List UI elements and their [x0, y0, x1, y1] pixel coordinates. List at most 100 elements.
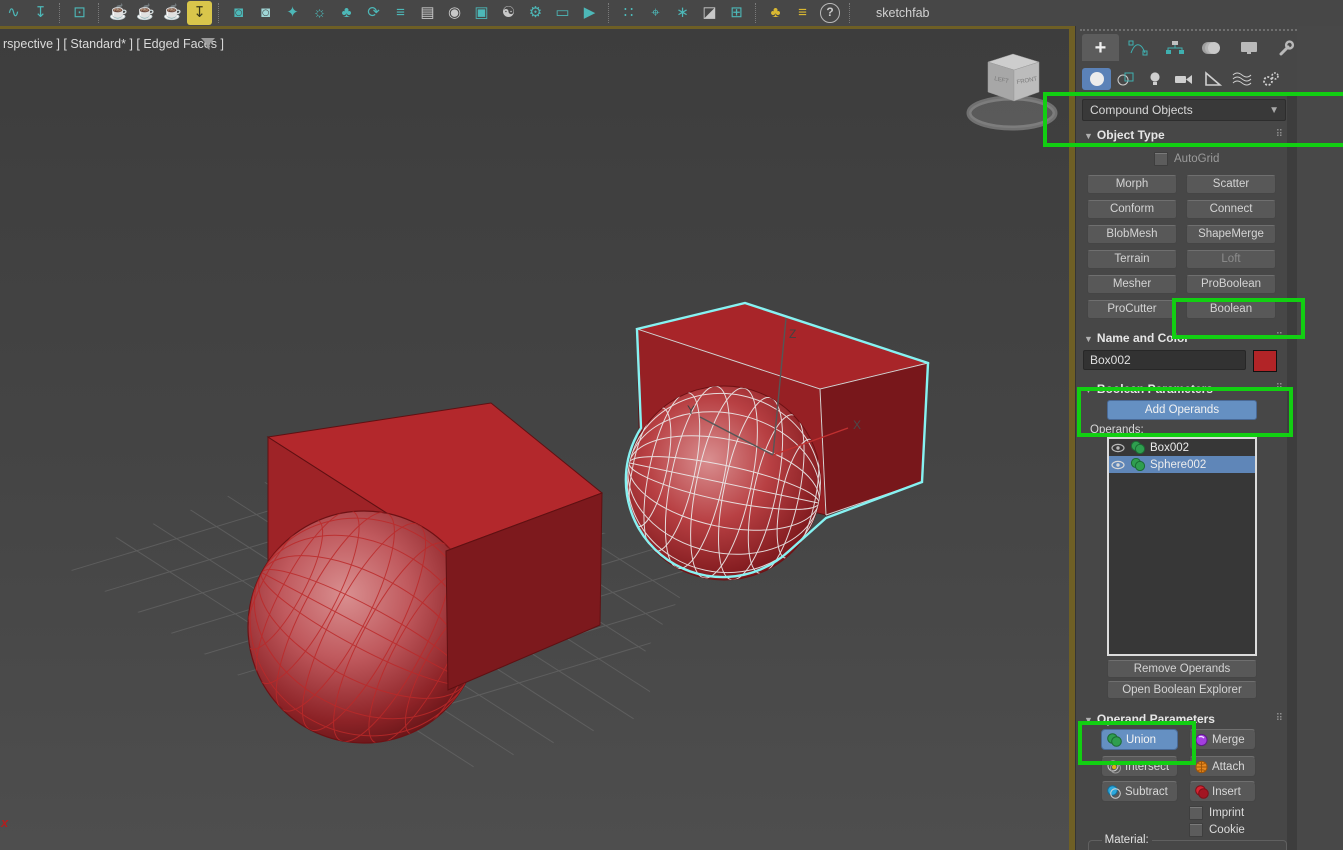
rollout-object-type[interactable]: ▼Object Type ⠿ — [1082, 128, 1286, 145]
light-bulb-icon[interactable]: ✦ — [280, 1, 305, 25]
loft-button[interactable]: Loft — [1186, 250, 1276, 269]
add-operands-button[interactable]: Add Operands — [1107, 400, 1257, 420]
subtab-helpers[interactable] — [1198, 68, 1227, 90]
render-ring-icon[interactable]: ◉ — [442, 1, 467, 25]
drag-grip-icon[interactable]: ⠿ — [1276, 332, 1282, 343]
intersect-icon — [1106, 760, 1122, 774]
layers-icon[interactable]: ▣ — [469, 1, 494, 25]
open-boolean-explorer-button[interactable]: Open Boolean Explorer — [1107, 681, 1257, 699]
tab-hierarchy[interactable] — [1156, 34, 1193, 61]
visibility-eye-icon[interactable] — [1111, 442, 1126, 454]
procutter-button[interactable]: ProCutter — [1087, 300, 1177, 319]
sketchfab-menu[interactable]: sketchfab — [876, 6, 930, 20]
tree-icon[interactable]: ♣ — [334, 1, 359, 25]
rollout-name-color[interactable]: ▼Name and Color ⠿ — [1082, 331, 1286, 348]
tab-display[interactable] — [1230, 34, 1267, 61]
material-editor-icon[interactable]: ☯ — [496, 1, 521, 25]
boolean-selected-object[interactable]: Z X Y — [609, 303, 928, 598]
shapemerge-button[interactable]: ShapeMerge — [1186, 225, 1276, 244]
union-button[interactable]: Union — [1101, 729, 1178, 750]
tab-motion[interactable] — [1193, 34, 1230, 61]
snaps-toggle-icon[interactable]: ⊡ — [67, 1, 92, 25]
quick-render-icon[interactable]: ☕ — [160, 1, 185, 25]
object-color-swatch[interactable] — [1253, 350, 1277, 372]
align-icon[interactable]: ⊞ — [724, 1, 749, 25]
subtab-shapes[interactable] — [1111, 68, 1140, 90]
render-setup-icon[interactable]: ☕ — [106, 1, 131, 25]
object-name-field[interactable]: Box002 — [1083, 350, 1246, 370]
notes-list-icon[interactable]: ≡ — [790, 1, 815, 25]
imprint-checkbox[interactable]: Imprint — [1189, 806, 1244, 820]
add-camera-icon[interactable]: ◙ — [253, 1, 278, 25]
drag-grip-icon[interactable]: ⠿ — [1276, 383, 1282, 394]
svg-text:X: X — [853, 418, 861, 432]
operand-row-sphere002[interactable]: Sphere002 — [1109, 456, 1255, 473]
subtract-button[interactable]: Subtract — [1101, 781, 1178, 802]
perspective-viewport[interactable]: Z X Y LEFT FRONT rspective ] [ Standard*… — [0, 26, 1075, 850]
video-camera-icon[interactable]: ◙ — [226, 1, 251, 25]
batch-render-icon[interactable]: ↧ — [187, 1, 212, 25]
list-icon[interactable]: ≡ — [388, 1, 413, 25]
drag-grip-icon[interactable]: ⠿ — [1276, 129, 1282, 140]
forest-icon[interactable]: ♣ — [763, 1, 788, 25]
rollout-boolean-parameters[interactable]: ▼Boolean Parameters ⠿ — [1082, 382, 1286, 399]
tab-utilities[interactable] — [1267, 34, 1304, 61]
tab-create[interactable]: + — [1082, 34, 1119, 61]
particles-icon[interactable]: ∗ — [670, 1, 695, 25]
target-icon[interactable]: ⌖ — [643, 1, 668, 25]
subtab-systems[interactable] — [1256, 68, 1285, 90]
subtab-lights[interactable] — [1140, 68, 1169, 90]
import-icon[interactable]: ↧ — [28, 1, 53, 25]
operand-row-box002[interactable]: Box002 — [1109, 439, 1255, 456]
toolbar-separator — [59, 3, 61, 23]
visibility-eye-icon[interactable] — [1111, 459, 1126, 471]
rendered-frame-window-icon[interactable]: ☕ — [133, 1, 158, 25]
viewcube[interactable]: LEFT FRONT — [969, 54, 1055, 128]
subtab-space-warps[interactable] — [1227, 68, 1256, 90]
remove-operands-button[interactable]: Remove Operands — [1107, 660, 1257, 678]
conform-button[interactable]: Conform — [1087, 200, 1177, 219]
proboolean-button[interactable]: ProBoolean — [1186, 275, 1276, 294]
tab-modify[interactable] — [1119, 34, 1156, 61]
autogrid-checkbox[interactable]: AutoGrid — [1154, 152, 1219, 166]
terrain-button[interactable]: Terrain — [1087, 250, 1177, 269]
transform-dots-icon[interactable]: ∷ — [616, 1, 641, 25]
intersect-button[interactable]: Intersect — [1101, 756, 1178, 777]
insert-button[interactable]: Insert — [1189, 781, 1256, 802]
attach-button[interactable]: Attach — [1189, 756, 1256, 777]
settings-gear-icon[interactable]: ⚙ — [523, 1, 548, 25]
curve-editor-icon[interactable]: ∿ — [1, 1, 26, 25]
panel-scrollbar[interactable] — [1287, 96, 1297, 850]
rollout-operand-parameters[interactable]: ▼Operand Parameters ⠿ — [1082, 712, 1286, 729]
boolean-operand-icon — [1129, 441, 1147, 454]
paint-select-icon[interactable]: ◪ — [697, 1, 722, 25]
subtab-cameras[interactable] — [1169, 68, 1198, 90]
help-icon[interactable]: ? — [820, 3, 840, 23]
scene-canvas[interactable]: Z X Y LEFT FRONT — [0, 29, 1069, 850]
box-sphere-unselected[interactable] — [207, 403, 602, 784]
boolean-button[interactable]: Boolean — [1186, 300, 1276, 319]
blobmesh-button[interactable]: BlobMesh — [1087, 225, 1177, 244]
operands-list[interactable]: Box002 Sphere002 — [1107, 437, 1257, 656]
subtract-icon — [1106, 785, 1122, 799]
command-panel-tabs: + — [1082, 34, 1304, 61]
operands-label: Operands: — [1090, 424, 1144, 436]
update-icon[interactable]: ⟳ — [361, 1, 386, 25]
drag-grip-icon[interactable]: ⠿ — [1276, 713, 1282, 724]
monitor-icon[interactable]: ▭ — [550, 1, 575, 25]
subtab-geometry[interactable] — [1082, 68, 1111, 90]
play-monitor-icon[interactable]: ▶ — [577, 1, 602, 25]
connect-button[interactable]: Connect — [1186, 200, 1276, 219]
sun-icon[interactable]: ☼ — [307, 1, 332, 25]
viewport-label[interactable]: rspective ] [ Standard* ] [ Edged Faces … — [3, 37, 224, 51]
scatter-button[interactable]: Scatter — [1186, 175, 1276, 194]
morph-button[interactable]: Morph — [1087, 175, 1177, 194]
mesher-button[interactable]: Mesher — [1087, 275, 1177, 294]
merge-button[interactable]: Merge — [1189, 729, 1256, 750]
insert-icon — [1194, 785, 1209, 799]
rollout-arrow-icon: ▼ — [1084, 385, 1093, 395]
category-dropdown[interactable]: Compound Objects ▼ — [1082, 99, 1286, 121]
template-page-icon[interactable]: ▤ — [415, 1, 440, 25]
main-toolbar: ∿↧⊡☕☕☕↧◙◙✦☼♣⟳≡▤◉▣☯⚙▭▶∷⌖∗◪⊞♣≡? sketchfab — [0, 0, 1343, 27]
filter-funnel-icon[interactable] — [200, 37, 216, 51]
